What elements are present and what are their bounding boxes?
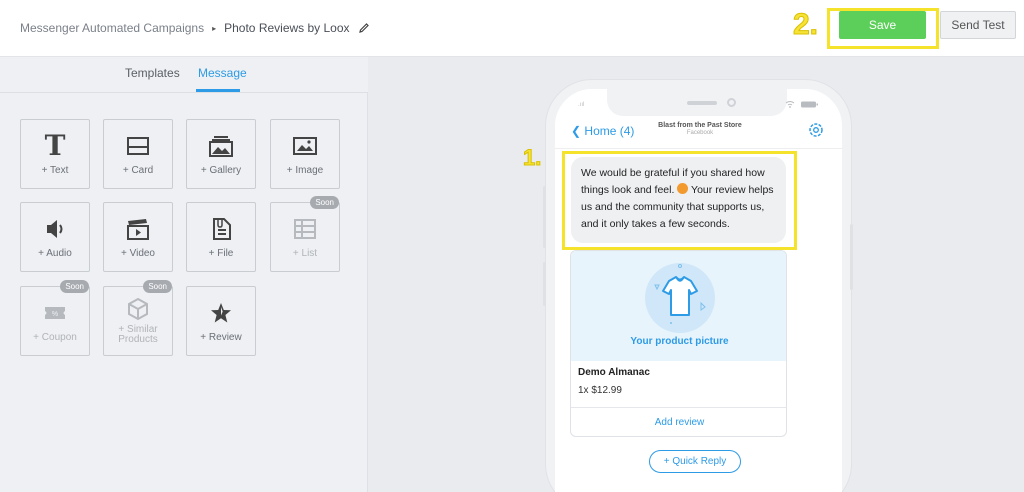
back-home-link[interactable]: ❮ Home (4): [571, 124, 634, 138]
image-caption: Your product picture: [630, 336, 729, 347]
add-review-button[interactable]: Add review: [571, 408, 786, 436]
tab-templates[interactable]: Templates: [125, 66, 180, 80]
content-panel: Templates Message T + Text + Card + Gall…: [0, 57, 368, 492]
svg-text:%: %: [52, 311, 58, 318]
chevron-left-icon: ❮: [571, 124, 582, 138]
add-card-tile[interactable]: + Card: [103, 119, 173, 189]
send-test-button[interactable]: Send Test: [940, 11, 1016, 39]
tile-label: + Text: [41, 165, 69, 176]
coupon-icon: %: [42, 301, 68, 325]
signal-icon: .ııl: [578, 102, 585, 108]
tile-label: + Review: [200, 332, 242, 343]
tile-label: + Gallery: [200, 165, 242, 176]
active-tab-indicator: [196, 89, 240, 92]
product-image-placeholder: Your product picture: [571, 251, 786, 361]
tile-label: + List: [292, 248, 318, 259]
text-icon: T: [44, 129, 66, 162]
top-bar: Messenger Automated Campaigns ▸ Photo Re…: [0, 0, 1024, 57]
add-image-tile[interactable]: + Image: [270, 119, 340, 189]
pencil-icon[interactable]: [358, 22, 370, 34]
add-review-tile[interactable]: + Review: [186, 286, 256, 356]
save-button[interactable]: Save: [839, 11, 926, 39]
smiling-cat-emoji-icon: [677, 183, 689, 194]
phone-side-button: [543, 262, 546, 306]
phone-side-button: [543, 186, 546, 248]
add-gallery-tile[interactable]: + Gallery: [186, 119, 256, 189]
quick-reply-button[interactable]: + Quick Reply: [649, 450, 741, 473]
tab-message[interactable]: Message: [198, 66, 247, 80]
messenger-nav-bar: ❮ Home (4) Blast from the Past Store Fac…: [555, 116, 842, 149]
add-list-tile: Soon + List: [270, 196, 340, 272]
soon-badge: Soon: [143, 280, 172, 293]
file-icon: [208, 217, 234, 241]
tile-label: + Video: [120, 248, 155, 259]
gallery-icon: [208, 134, 234, 158]
step-2-marker: 2.: [792, 8, 819, 42]
product-card[interactable]: Your product picture Demo Almanac 1x $12…: [570, 250, 787, 437]
breadcrumb: Messenger Automated Campaigns ▸ Photo Re…: [20, 21, 370, 35]
store-subtitle: Facebook: [686, 130, 714, 136]
phone-side-button: [850, 224, 853, 290]
add-coupon-tile: Soon % + Coupon: [20, 280, 90, 356]
breadcrumb-current: Photo Reviews by Loox: [224, 21, 350, 35]
audio-icon: [42, 217, 68, 241]
box-icon: [125, 297, 151, 321]
store-title: Blast from the Past Store: [658, 122, 742, 129]
tile-label: + Audio: [38, 248, 72, 259]
add-file-tile[interactable]: + File: [186, 202, 256, 272]
star-icon: [208, 301, 234, 325]
wifi-battery-icon: [784, 100, 820, 111]
image-icon: [292, 134, 318, 158]
card-price: 1x $12.99: [578, 385, 622, 396]
soon-badge: Soon: [60, 280, 89, 293]
tile-label: + File: [208, 248, 234, 259]
add-text-tile[interactable]: T + Text: [20, 119, 90, 189]
text-message-bubble[interactable]: We would be grateful if you shared how t…: [571, 157, 786, 243]
card-icon: [125, 134, 151, 158]
speaker-icon: [687, 101, 717, 105]
tile-label: + Similar Products: [118, 324, 158, 345]
breadcrumb-separator-icon: ▸: [212, 23, 217, 33]
breadcrumb-parent[interactable]: Messenger Automated Campaigns: [20, 21, 204, 35]
tile-label: + Image: [286, 165, 324, 176]
add-video-tile[interactable]: + Video: [103, 202, 173, 272]
soon-badge: Soon: [310, 196, 339, 209]
panel-tabs: Templates Message: [0, 57, 368, 93]
camera-icon: [727, 98, 736, 107]
tshirt-icon: [654, 264, 706, 324]
list-icon: [292, 217, 318, 241]
step-1-marker: 1.: [522, 145, 542, 171]
phone-notch: [607, 89, 787, 116]
card-title: Demo Almanac: [578, 367, 650, 378]
add-similar-products-tile: Soon + Similar Products: [103, 280, 173, 356]
store-name: Blast from the Past Store Facebook: [655, 122, 745, 136]
gear-icon[interactable]: [807, 121, 825, 139]
tile-label: + Card: [122, 165, 154, 176]
add-audio-tile[interactable]: + Audio: [20, 202, 90, 272]
back-label: Home (4): [584, 124, 635, 138]
video-icon: [125, 217, 151, 241]
tile-label: + Coupon: [33, 332, 77, 343]
